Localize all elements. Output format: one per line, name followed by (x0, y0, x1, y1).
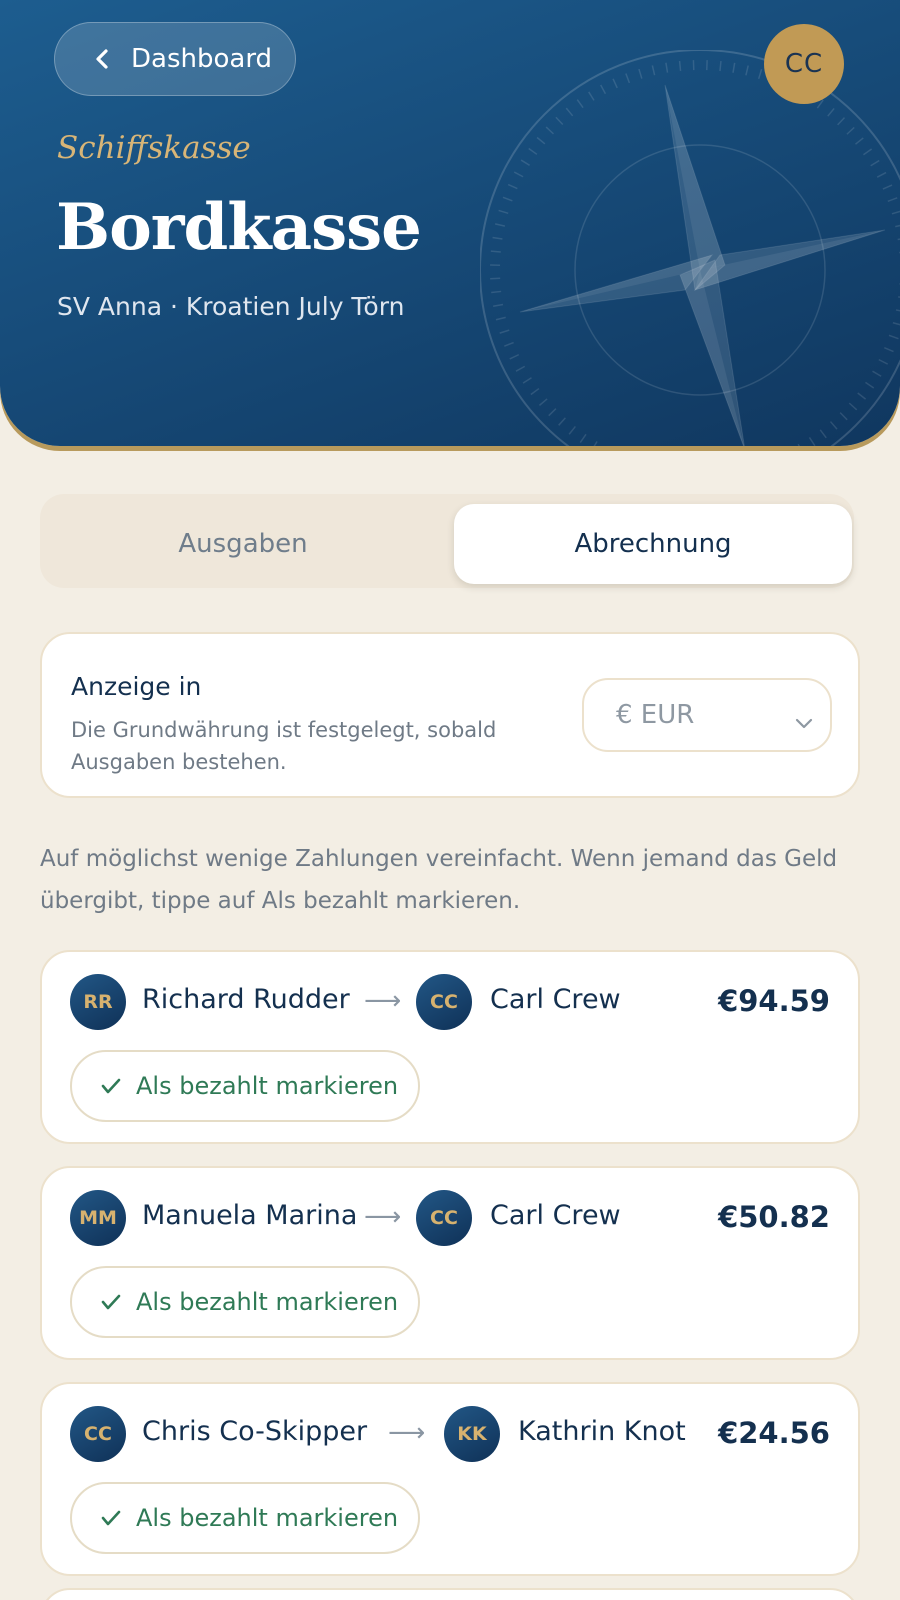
display-currency-card: Anzeige in Die Grundwährung ist festgele… (40, 632, 860, 798)
view-tabs: Ausgaben Abrechnung (40, 494, 854, 588)
mark-as-paid-button[interactable]: Als bezahlt markieren (70, 1266, 420, 1338)
chevron-left-icon (93, 48, 111, 70)
settlement-card: RR Richard Rudder ⟶ CC Carl Crew €94.59 … (40, 950, 860, 1144)
payer-name: Richard Rudder (142, 984, 350, 1015)
mark-as-paid-label: Als bezahlt markieren (136, 1072, 399, 1100)
chevron-down-icon (794, 708, 814, 729)
settlement-card: MM Manuela Marina ⟶ CC Carl Crew €50.82 … (40, 1166, 860, 1360)
payer-avatar: RR (70, 974, 126, 1030)
payer-avatar: MM (70, 1190, 126, 1246)
settlement-amount: €24.56 (718, 1416, 830, 1450)
back-to-dashboard-button[interactable]: Dashboard (54, 22, 296, 96)
tab-abrechnung[interactable]: Abrechnung (454, 504, 852, 584)
display-currency-title: Anzeige in (71, 672, 202, 701)
mark-as-paid-button[interactable]: Als bezahlt markieren (70, 1482, 420, 1554)
checkmark-icon (100, 1509, 122, 1527)
arrow-right-icon: ⟶ (364, 1202, 402, 1232)
currency-select[interactable]: € EUR (582, 678, 832, 752)
mark-as-paid-label: Als bezahlt markieren (136, 1504, 399, 1532)
arrow-right-icon: ⟶ (364, 986, 402, 1016)
payee-avatar: CC (416, 1190, 472, 1246)
compass-rose-icon (480, 50, 900, 446)
page-eyebrow: Schiffskasse (57, 130, 251, 166)
user-avatar[interactable]: CC (764, 24, 844, 104)
checkmark-icon (100, 1293, 122, 1311)
payee-name: Carl Crew (490, 1200, 621, 1231)
tab-ausgaben[interactable]: Ausgaben (48, 504, 438, 584)
settlement-card (40, 1588, 860, 1600)
mark-as-paid-button[interactable]: Als bezahlt markieren (70, 1050, 420, 1122)
payer-avatar: CC (70, 1406, 126, 1462)
payer-name: Manuela Marina (142, 1200, 358, 1231)
trip-subtitle: SV Anna · Kroatien July Törn (57, 292, 405, 321)
currency-select-value: € EUR (616, 700, 695, 730)
checkmark-icon (100, 1077, 122, 1095)
settlement-amount: €94.59 (718, 984, 830, 1018)
arrow-right-icon: ⟶ (388, 1418, 426, 1448)
payee-name: Kathrin Knot (518, 1416, 686, 1447)
payee-avatar: KK (444, 1406, 500, 1462)
payee-avatar: CC (416, 974, 472, 1030)
settlement-card: CC Chris Co-Skipper ⟶ KK Kathrin Knot €2… (40, 1382, 860, 1576)
payer-name: Chris Co-Skipper (142, 1416, 368, 1447)
mark-as-paid-label: Als bezahlt markieren (136, 1288, 399, 1316)
settlement-intro-text: Auf möglichst wenige Zahlungen vereinfac… (40, 846, 838, 914)
header-banner: Dashboard CC Schiffskasse Bordkasse SV A… (0, 0, 900, 446)
back-button-label: Dashboard (131, 44, 273, 74)
settlement-amount: €50.82 (718, 1200, 830, 1234)
page-title: Bordkasse (56, 190, 422, 265)
display-currency-description: Die Grundwährung ist festgelegt, sobald … (71, 718, 497, 774)
payee-name: Carl Crew (490, 984, 621, 1015)
